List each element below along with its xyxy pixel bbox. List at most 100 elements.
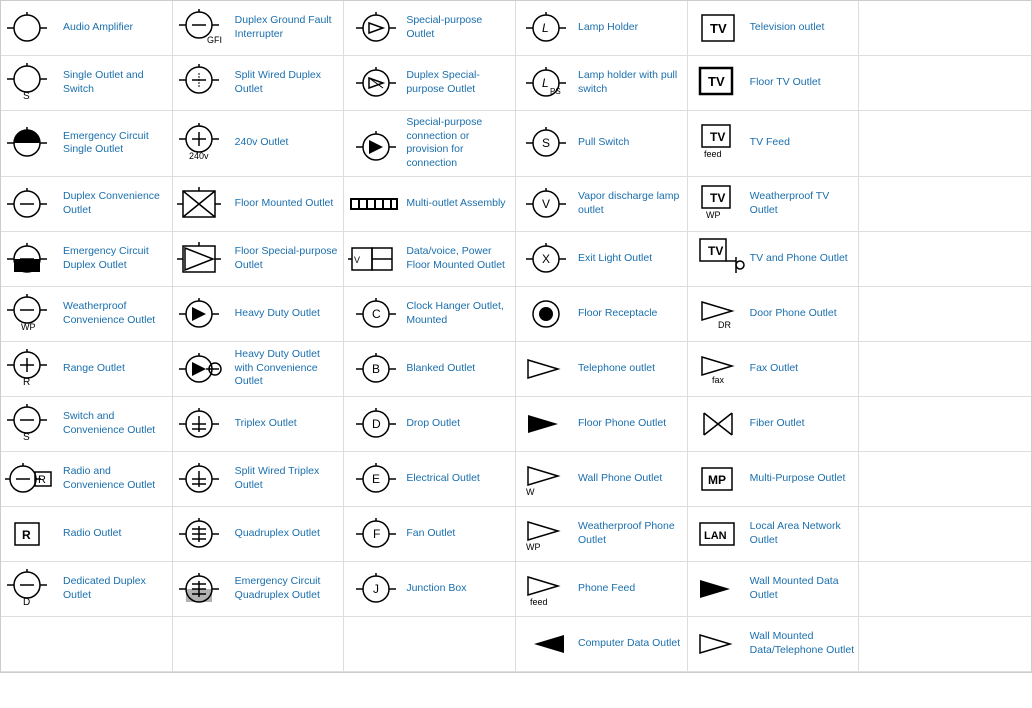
label-fax-outlet: Fax Outlet bbox=[750, 362, 798, 376]
cell-blank-r12-6 bbox=[859, 617, 1031, 672]
label-240v: 240v Outlet bbox=[235, 136, 289, 150]
svg-text:PS: PS bbox=[550, 87, 561, 96]
cell-duplex-convenience: Duplex Convenience Outlet bbox=[1, 177, 173, 232]
label-wall-mounted-data: Wall Mounted Data Outlet bbox=[750, 575, 855, 602]
symbol-fan-outlet: F bbox=[348, 512, 400, 556]
label-electrical-outlet: Electrical Outlet bbox=[406, 472, 480, 486]
svg-text:B: B bbox=[372, 362, 380, 376]
cell-duplex-special-purpose: Duplex Special-purpose Outlet bbox=[344, 56, 516, 111]
label-lan-outlet: Local Area Network Outlet bbox=[750, 520, 855, 547]
symbol-240v: 240v bbox=[177, 121, 229, 165]
cell-blank4 bbox=[859, 177, 1031, 232]
symbol-multi-outlet-assembly bbox=[348, 182, 400, 226]
cell-tv-feed: TV feed TV Feed bbox=[688, 111, 860, 177]
label-split-wired-duplex: Split Wired Duplex Outlet bbox=[235, 69, 340, 96]
symbol-floor-receptacle bbox=[520, 292, 572, 336]
cell-multi-outlet-assembly: Multi-outlet Assembly bbox=[344, 177, 516, 232]
cell-blank3 bbox=[859, 111, 1031, 177]
cell-blanked-outlet: B Blanked Outlet bbox=[344, 342, 516, 397]
label-weatherproof-convenience: Weatherproof Convenience Outlet bbox=[63, 300, 168, 327]
cell-exit-light: X Exit Light Outlet bbox=[516, 232, 688, 287]
label-clock-hanger: Clock Hanger Outlet, Mounted bbox=[406, 300, 511, 327]
symbol-floor-special-purpose bbox=[177, 237, 229, 281]
svg-text:GFI: GFI bbox=[207, 35, 222, 45]
cell-phone-feed: feed Phone Feed bbox=[516, 562, 688, 617]
label-data-voice-power: Data/voice, Power Floor Mounted Outlet bbox=[406, 245, 511, 272]
symbol-clock-hanger: C bbox=[348, 292, 400, 336]
symbol-radio-outlet: R bbox=[5, 512, 57, 556]
symbol-tv-phone: TV bbox=[692, 237, 744, 281]
label-weatherproof-phone: Weatherproof Phone Outlet bbox=[578, 520, 683, 547]
cell-floor-phone: Floor Phone Outlet bbox=[516, 397, 688, 452]
symbol-triplex-outlet bbox=[177, 402, 229, 446]
cell-multi-purpose: MP Multi-Purpose Outlet bbox=[688, 452, 860, 507]
svg-text:S: S bbox=[542, 136, 550, 150]
label-quadruplex: Quadruplex Outlet bbox=[235, 527, 320, 541]
label-single-outlet-switch: Single Outlet and Switch bbox=[63, 69, 168, 96]
cell-triplex-outlet: Triplex Outlet bbox=[173, 397, 345, 452]
symbol-emergency-quadruplex bbox=[177, 567, 229, 611]
cell-wall-phone: W Wall Phone Outlet bbox=[516, 452, 688, 507]
label-exit-light: Exit Light Outlet bbox=[578, 252, 652, 266]
cell-240v: 240v 240v Outlet bbox=[173, 111, 345, 177]
cell-blank6b bbox=[859, 287, 1031, 342]
symbol-floor-tv: TV bbox=[692, 61, 744, 105]
symbol-wall-mounted-data bbox=[692, 567, 744, 611]
svg-text:V: V bbox=[354, 255, 360, 265]
label-special-purpose: Special-purpose Outlet bbox=[406, 14, 511, 41]
label-floor-phone: Floor Phone Outlet bbox=[578, 417, 666, 431]
svg-text:fax: fax bbox=[712, 375, 725, 385]
svg-text:L: L bbox=[542, 21, 549, 35]
cell-blank7 bbox=[859, 342, 1031, 397]
label-range-outlet: Range Outlet bbox=[63, 362, 125, 376]
label-vapor-discharge: Vapor discharge lamp outlet bbox=[578, 190, 683, 217]
svg-text:TV: TV bbox=[710, 191, 725, 205]
label-television-outlet: Television outlet bbox=[750, 21, 825, 35]
cell-floor-special-purpose: Floor Special-purpose Outlet bbox=[173, 232, 345, 287]
svg-text:J: J bbox=[373, 582, 379, 596]
symbol-range-outlet: R bbox=[5, 347, 57, 391]
cell-fiber-outlet: Fiber Outlet bbox=[688, 397, 860, 452]
label-fiber-outlet: Fiber Outlet bbox=[750, 417, 805, 431]
svg-text:S: S bbox=[23, 432, 30, 443]
label-wall-mounted-data-telephone: Wall Mounted Data/Telephone Outlet bbox=[750, 630, 855, 657]
cell-junction-box: J Junction Box bbox=[344, 562, 516, 617]
svg-text:LAN: LAN bbox=[704, 530, 727, 542]
symbol-telephone-outlet bbox=[520, 347, 572, 391]
label-floor-special-purpose: Floor Special-purpose Outlet bbox=[235, 245, 340, 272]
label-radio-outlet: Radio Outlet bbox=[63, 527, 121, 541]
cell-blank-r12-1 bbox=[1, 617, 173, 672]
symbol-lamp-holder-pull: L PS bbox=[520, 61, 572, 105]
svg-text:R: R bbox=[23, 377, 30, 388]
symbol-duplex-special-purpose bbox=[348, 61, 400, 105]
label-triplex-outlet: Triplex Outlet bbox=[235, 417, 297, 431]
symbol-exit-light: X bbox=[520, 237, 572, 281]
svg-text:WP: WP bbox=[21, 322, 36, 332]
symbol-multi-purpose: MP bbox=[692, 457, 744, 501]
cell-split-wired-triplex: Split Wired Triplex Outlet bbox=[173, 452, 345, 507]
cell-heavy-duty: Heavy Duty Outlet bbox=[173, 287, 345, 342]
label-junction-box: Junction Box bbox=[406, 582, 466, 596]
label-duplex-gfi: Duplex Ground Fault Interrupter bbox=[235, 14, 340, 41]
label-special-connection: Special-purpose connection or provision … bbox=[406, 116, 511, 171]
svg-text:MP: MP bbox=[708, 473, 726, 487]
svg-text:TV: TV bbox=[708, 244, 723, 258]
label-lamp-holder-pull: Lamp holder with pull switch bbox=[578, 69, 683, 96]
cell-telephone-outlet: Telephone outlet bbox=[516, 342, 688, 397]
symbol-weatherproof-convenience: WP bbox=[5, 292, 57, 336]
cell-blank5 bbox=[859, 232, 1031, 287]
symbol-vapor-discharge: V bbox=[520, 182, 572, 226]
svg-text:TV: TV bbox=[710, 21, 727, 36]
cell-tv-phone: TV TV and Phone Outlet bbox=[688, 232, 860, 287]
cell-emergency-quadruplex: Emergency Circuit Quadruplex Outlet bbox=[173, 562, 345, 617]
symbol-phone-feed: feed bbox=[520, 567, 572, 611]
symbol-fax-outlet: fax bbox=[692, 347, 744, 391]
symbol-electrical-outlet: E bbox=[348, 457, 400, 501]
cell-vapor-discharge: V Vapor discharge lamp outlet bbox=[516, 177, 688, 232]
symbol-blanked-outlet: B bbox=[348, 347, 400, 391]
cell-radio-outlet: R Radio Outlet bbox=[1, 507, 173, 562]
cell-emergency-duplex: Emergency Circuit Duplex Outlet bbox=[1, 232, 173, 287]
cell-weatherproof-phone: WP Weatherproof Phone Outlet bbox=[516, 507, 688, 562]
svg-text:feed: feed bbox=[530, 597, 548, 607]
symbol-drop-outlet: D bbox=[348, 402, 400, 446]
